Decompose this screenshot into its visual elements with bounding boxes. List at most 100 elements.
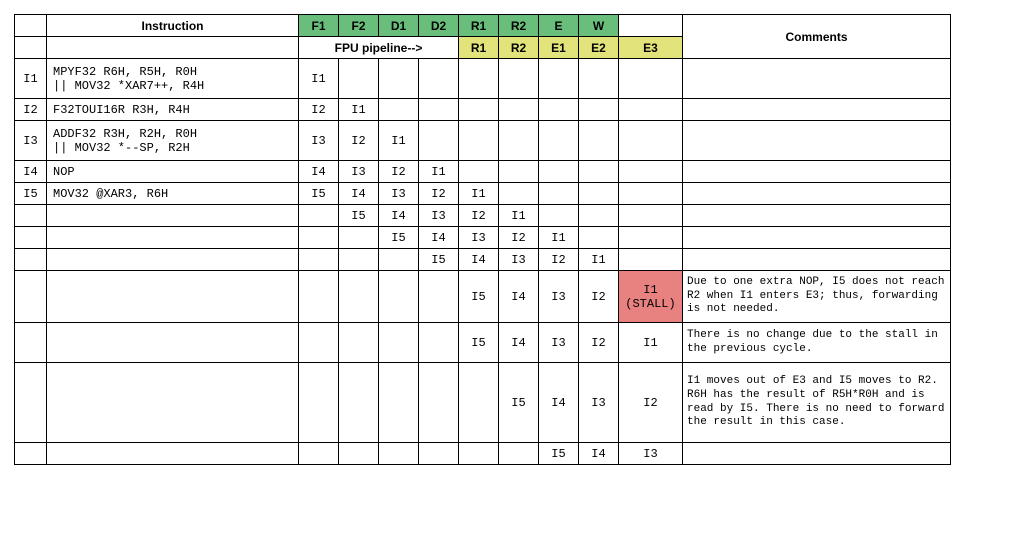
table-row: I2F32TOUI16R R3H, R4HI2I1	[15, 99, 951, 121]
stage-cell	[299, 363, 339, 443]
stage-cell: I3	[379, 183, 419, 205]
table-row: I5I4I3I2I1 moves out of E3 and I5 moves …	[15, 363, 951, 443]
stage-cell: I4	[539, 363, 579, 443]
comment-cell: There is no change due to the stall in t…	[683, 323, 951, 363]
hdr-fpu-R2: R2	[499, 37, 539, 59]
hdr-fpu-E1: E1	[539, 37, 579, 59]
table-row: I5I4I3I2I1There is no change due to the …	[15, 323, 951, 363]
stage-cell: I5	[459, 323, 499, 363]
row-index	[15, 227, 47, 249]
stage-cell	[339, 59, 379, 99]
stage-cell: I1	[339, 99, 379, 121]
stage-cell	[379, 271, 419, 323]
stage-cell	[499, 99, 539, 121]
stage-cell: I1	[539, 227, 579, 249]
stage-cell	[299, 271, 339, 323]
table-row: I5I4I3	[15, 443, 951, 465]
stage-cell: I1	[619, 323, 683, 363]
stage-cell	[459, 59, 499, 99]
stage-cell: I4	[499, 271, 539, 323]
comment-cell	[683, 59, 951, 99]
stage-cell	[579, 59, 619, 99]
instruction-cell: NOP	[47, 161, 299, 183]
stage-cell: I1	[459, 183, 499, 205]
stage-cell	[299, 249, 339, 271]
instruction-cell	[47, 323, 299, 363]
hdr-R2: R2	[499, 15, 539, 37]
stage-cell	[339, 363, 379, 443]
hdr-D2: D2	[419, 15, 459, 37]
stage-cell: I5	[459, 271, 499, 323]
stage-cell: I3	[579, 363, 619, 443]
stage-cell: I3	[539, 323, 579, 363]
comment-cell	[683, 183, 951, 205]
table-row: I5I4I3I2I1	[15, 205, 951, 227]
stage-cell	[579, 161, 619, 183]
hdr-F1: F1	[299, 15, 339, 37]
hdr2-instr-blank	[47, 37, 299, 59]
stage-cell	[619, 227, 683, 249]
instruction-cell	[47, 205, 299, 227]
stage-cell: I4	[299, 161, 339, 183]
stage-cell	[419, 121, 459, 161]
row-index	[15, 271, 47, 323]
stage-cell	[539, 59, 579, 99]
stage-cell: I2	[339, 121, 379, 161]
stage-cell: I2	[499, 227, 539, 249]
instruction-cell: MPYF32 R6H, R5H, R0H || MOV32 *XAR7++, R…	[47, 59, 299, 99]
stage-cell	[379, 443, 419, 465]
hdr-fpu-R1: R1	[459, 37, 499, 59]
stage-cell	[379, 59, 419, 99]
stage-cell: I5	[499, 363, 539, 443]
instruction-cell	[47, 271, 299, 323]
instruction-cell	[47, 443, 299, 465]
stage-cell: I2	[459, 205, 499, 227]
stage-cell	[299, 323, 339, 363]
hdr-fpu-E3: E3	[619, 37, 683, 59]
stage-cell	[579, 99, 619, 121]
row-index	[15, 443, 47, 465]
hdr-blank-e3	[619, 15, 683, 37]
hdr-E: E	[539, 15, 579, 37]
instruction-cell	[47, 363, 299, 443]
stage-cell	[339, 443, 379, 465]
row-index	[15, 205, 47, 227]
comment-cell	[683, 161, 951, 183]
stage-cell	[499, 443, 539, 465]
stage-cell	[579, 227, 619, 249]
hdr-blank	[15, 15, 47, 37]
stage-cell	[499, 161, 539, 183]
pipeline-table: Instruction F1 F2 D1 D2 R1 R2 E W Commen…	[14, 14, 951, 465]
table-row: I5I4I3I2I1 (STALL)Due to one extra NOP, …	[15, 271, 951, 323]
stage-cell	[379, 99, 419, 121]
stage-cell	[419, 59, 459, 99]
stage-cell	[299, 205, 339, 227]
stage-cell	[419, 323, 459, 363]
comment-cell	[683, 249, 951, 271]
comment-cell	[683, 227, 951, 249]
row-index	[15, 323, 47, 363]
stage-cell	[539, 99, 579, 121]
stage-cell	[379, 323, 419, 363]
stage-cell	[339, 227, 379, 249]
table-row: I5I4I3I2I1	[15, 227, 951, 249]
stage-cell	[499, 59, 539, 99]
row-index: I2	[15, 99, 47, 121]
stage-cell: I5	[379, 227, 419, 249]
stage-cell: I1	[299, 59, 339, 99]
row-index: I4	[15, 161, 47, 183]
stage-cell: I2	[419, 183, 459, 205]
instruction-cell: MOV32 @XAR3, R6H	[47, 183, 299, 205]
hdr-fpu-label: FPU pipeline-->	[299, 37, 459, 59]
row-index: I5	[15, 183, 47, 205]
stage-cell	[579, 121, 619, 161]
stage-cell	[619, 161, 683, 183]
stage-cell: I3	[619, 443, 683, 465]
stage-cell	[339, 323, 379, 363]
table-row: I1MPYF32 R6H, R5H, R0H || MOV32 *XAR7++,…	[15, 59, 951, 99]
stage-cell	[299, 227, 339, 249]
hdr-F2: F2	[339, 15, 379, 37]
stage-cell: I4	[379, 205, 419, 227]
row-index: I3	[15, 121, 47, 161]
row-index: I1	[15, 59, 47, 99]
